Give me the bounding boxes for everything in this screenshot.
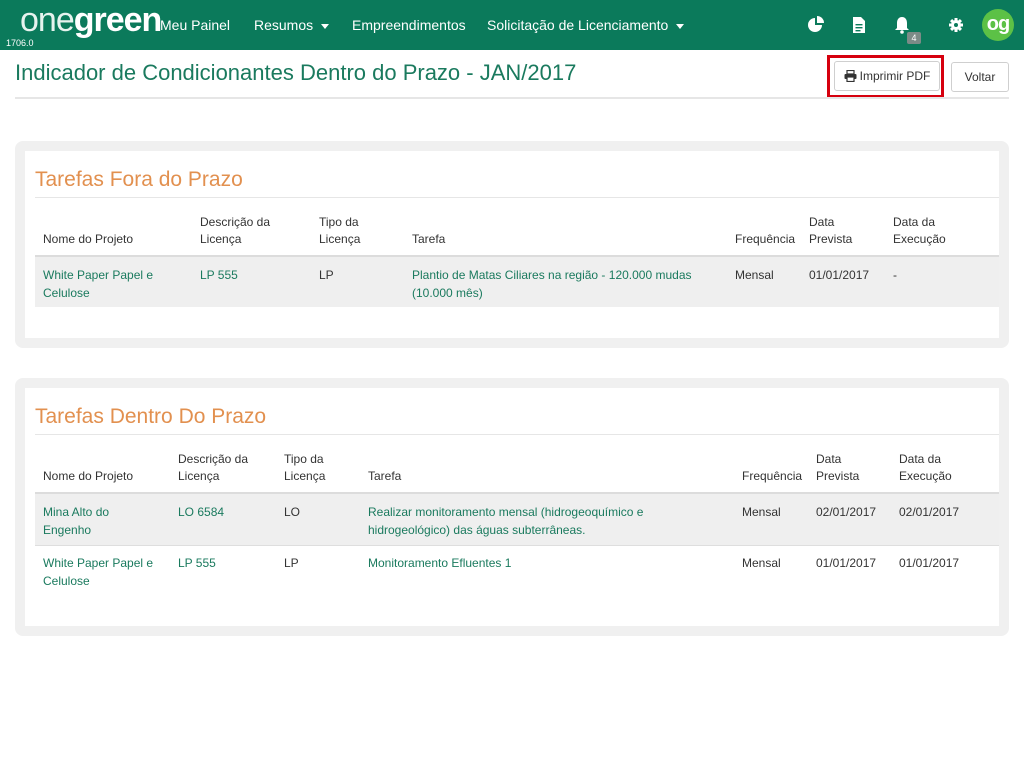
col-frequency: Frequência <box>742 469 803 483</box>
onegreen-logo[interactable]: onegreen <box>20 0 162 40</box>
section-heading: Tarefas Dentro Do Prazo <box>35 405 267 428</box>
execution-date: - <box>893 268 897 282</box>
frequency: Mensal <box>742 556 781 570</box>
version-label: 1706.0 <box>6 38 34 48</box>
nav-solicitacao-licenciamento-dropdown[interactable]: Solicitação de Licenciamento <box>487 0 685 50</box>
nav-resumos-dropdown[interactable]: Resumos <box>254 0 330 50</box>
license-link[interactable]: LP 555 <box>200 266 238 284</box>
table-row: White Paper Papel e Celulose LP 555 LP Pl… <box>35 257 999 307</box>
caret-down-icon <box>676 23 685 29</box>
col-planned-date: Data Prevista <box>809 215 853 246</box>
section-heading: Tarefas Fora do Prazo <box>35 168 243 191</box>
task-link[interactable]: Plantio de Matas Ciliares na região - 12… <box>412 266 692 302</box>
title-divider <box>15 97 1009 99</box>
license-link[interactable]: LP 555 <box>178 554 216 572</box>
col-project: Nome do Projeto <box>43 469 134 483</box>
table-row: White Paper Papel e Celulose LP 555 LP Mo… <box>35 546 999 596</box>
task-link[interactable]: Realizar monitoramento mensal (hidrogeoq… <box>368 503 643 539</box>
col-execution-date: Data da Execução <box>893 215 946 246</box>
user-avatar[interactable]: og <box>982 9 1014 41</box>
heading-divider <box>35 434 999 435</box>
project-link[interactable]: White Paper Papel e Celulose <box>43 554 153 590</box>
license-type: LP <box>284 556 299 570</box>
col-license-desc: Descrição da Licença <box>178 452 249 483</box>
nav-empreendimentos[interactable]: Empreendimentos <box>352 0 466 50</box>
panel-body: Tarefas Dentro Do Prazo Nome do Projeto … <box>25 388 999 626</box>
print-icon <box>844 69 857 83</box>
pie-chart-icon[interactable] <box>804 13 828 37</box>
col-frequency: Frequência <box>735 232 796 246</box>
col-license-type: Tipo da Licença <box>319 215 361 246</box>
col-project: Nome do Projeto <box>43 232 134 246</box>
within-deadline-panel: Tarefas Dentro Do Prazo Nome do Projeto … <box>15 378 1009 636</box>
col-license-type: Tipo da Licença <box>284 452 326 483</box>
out-of-deadline-panel: Tarefas Fora do Prazo Nome do Projeto De… <box>15 141 1009 348</box>
col-task: Tarefa <box>412 232 446 246</box>
license-link[interactable]: LO 6584 <box>178 503 224 521</box>
panel-body: Tarefas Fora do Prazo Nome do Projeto De… <box>25 151 999 338</box>
project-link[interactable]: Mina Alto do Engenho <box>43 503 109 539</box>
project-link[interactable]: White Paper Papel e Celulose <box>43 266 153 302</box>
top-navbar: onegreen 1706.0 Meu Painel Resumos Empre… <box>0 0 1024 50</box>
execution-date: 01/01/2017 <box>899 556 960 570</box>
execution-date: 02/01/2017 <box>899 505 960 519</box>
license-type: LP <box>319 268 334 282</box>
table-row: Mina Alto do Engenho LO 6584 LO Realizar … <box>35 494 999 545</box>
heading-divider <box>35 197 999 198</box>
notification-count-badge: 4 <box>907 32 921 44</box>
gear-icon[interactable] <box>944 13 968 37</box>
page-title: Indicador de Condicionantes Dentro do Pr… <box>15 60 577 85</box>
planned-date: 02/01/2017 <box>816 505 877 519</box>
back-button[interactable]: Voltar <box>951 62 1009 92</box>
planned-date: 01/01/2017 <box>816 556 877 570</box>
col-task: Tarefa <box>368 469 402 483</box>
planned-date: 01/01/2017 <box>809 268 870 282</box>
print-pdf-button[interactable]: Imprimir PDF <box>834 61 940 91</box>
task-link[interactable]: Monitoramento Efluentes 1 <box>368 554 511 572</box>
nav-meu-painel[interactable]: Meu Painel <box>160 0 230 50</box>
col-execution-date: Data da Execução <box>899 452 952 483</box>
col-license-desc: Descrição da Licença <box>200 215 271 246</box>
col-planned-date: Data Prevista <box>816 452 860 483</box>
frequency: Mensal <box>742 505 781 519</box>
caret-down-icon <box>321 23 330 29</box>
frequency: Mensal <box>735 268 774 282</box>
document-icon[interactable] <box>847 13 871 37</box>
license-type: LO <box>284 505 301 519</box>
